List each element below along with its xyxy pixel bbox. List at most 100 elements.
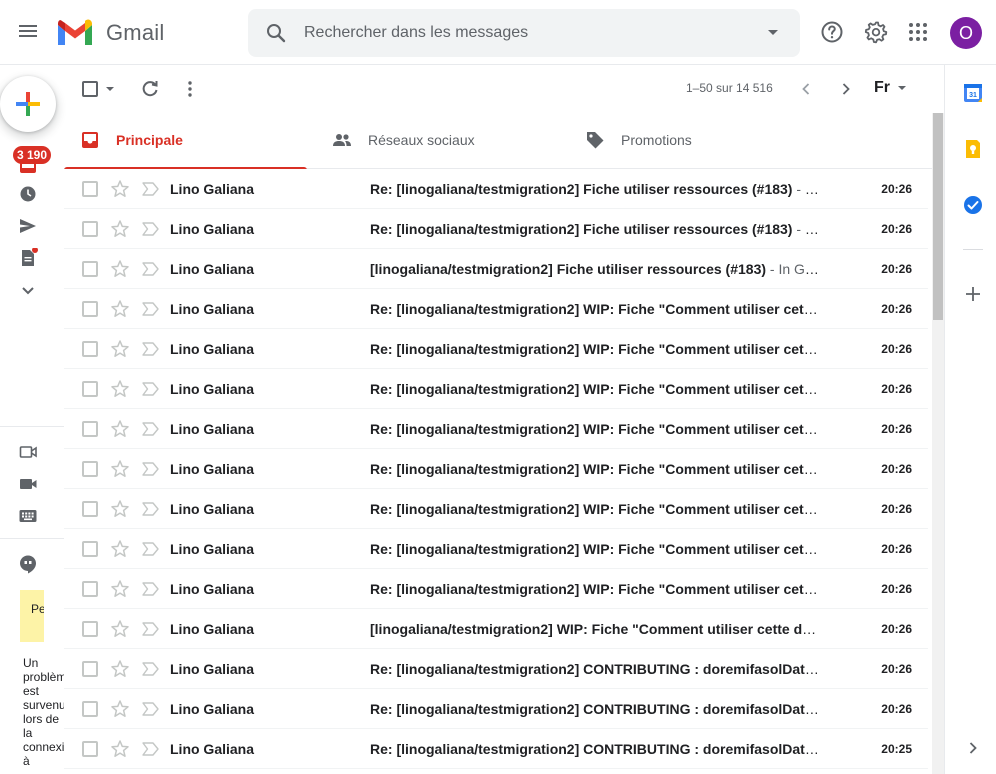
calendar-icon[interactable]: 31 <box>963 83 983 103</box>
star-icon[interactable] <box>110 739 130 759</box>
account-avatar[interactable]: O <box>950 17 982 49</box>
row-select-checkbox[interactable] <box>82 381 98 397</box>
more-options-vertical-icon[interactable] <box>180 79 200 99</box>
email-row[interactable]: Lino Galiana [linogaliana/testmigration2]… <box>64 249 928 289</box>
row-select-checkbox[interactable] <box>82 741 98 757</box>
email-row[interactable]: Lino Galiana Re: [linogaliana/testmigrati… <box>64 689 928 729</box>
star-icon[interactable] <box>110 299 130 319</box>
importance-marker-icon[interactable] <box>140 740 160 758</box>
star-icon[interactable] <box>110 379 130 399</box>
search-bar[interactable] <box>248 9 800 57</box>
row-select-checkbox[interactable] <box>82 621 98 637</box>
older-chevron-right-icon[interactable] <box>836 79 856 99</box>
importance-marker-icon[interactable] <box>140 380 160 398</box>
star-icon[interactable] <box>110 459 130 479</box>
row-select-checkbox[interactable] <box>82 541 98 557</box>
importance-marker-icon[interactable] <box>140 580 160 598</box>
show-side-panel-chevron-right-icon[interactable] <box>963 738 983 758</box>
row-select-checkbox[interactable] <box>82 581 98 597</box>
search-input[interactable] <box>304 9 744 57</box>
importance-marker-icon[interactable] <box>140 300 160 318</box>
star-icon[interactable] <box>110 219 130 239</box>
email-sender: Lino Galiana <box>170 221 255 237</box>
snoozed-clock-icon[interactable] <box>18 184 38 204</box>
drafts-icon[interactable] <box>18 248 38 268</box>
keep-icon[interactable] <box>963 139 983 159</box>
email-row[interactable]: Lino Galiana Re: [linogaliana/testmigrati… <box>64 569 928 609</box>
email-row[interactable]: Lino Galiana Re: [linogaliana/testmigrati… <box>64 369 928 409</box>
refresh-icon[interactable] <box>140 79 160 99</box>
star-icon[interactable] <box>110 659 130 679</box>
star-icon[interactable] <box>110 619 130 639</box>
email-row[interactable]: Lino Galiana Re: [linogaliana/testmigrati… <box>64 649 928 689</box>
more-chevron-down-icon[interactable] <box>18 280 38 300</box>
row-select-checkbox[interactable] <box>82 341 98 357</box>
importance-marker-icon[interactable] <box>140 500 160 518</box>
star-icon[interactable] <box>110 499 130 519</box>
input-language-caret-icon[interactable] <box>898 86 906 90</box>
input-language-label[interactable]: Fr <box>874 79 890 97</box>
star-icon[interactable] <box>110 419 130 439</box>
row-select-checkbox[interactable] <box>82 261 98 277</box>
row-select-checkbox[interactable] <box>82 221 98 237</box>
add-addon-plus-icon[interactable] <box>963 284 983 304</box>
email-row[interactable]: Lino Galiana Re: [linogaliana/testmigrati… <box>64 449 928 489</box>
email-content: Re: [linogaliana/testmigration2] WIP: Fi… <box>370 581 822 597</box>
star-icon[interactable] <box>110 699 130 719</box>
star-icon[interactable] <box>110 539 130 559</box>
search-options-dropdown-icon[interactable] <box>768 30 778 35</box>
email-row[interactable]: Lino Galiana Re: [linogaliana/testmigrati… <box>64 209 928 249</box>
gmail-logo[interactable]: Gmail <box>56 16 164 50</box>
importance-marker-icon[interactable] <box>140 260 160 278</box>
main-menu-button[interactable] <box>16 20 40 44</box>
hangouts-card-text: Petit problè <box>31 602 44 616</box>
star-icon[interactable] <box>110 259 130 279</box>
star-icon[interactable] <box>110 579 130 599</box>
email-row[interactable]: Lino Galiana Re: [linogaliana/testmigrati… <box>64 329 928 369</box>
tab-reseaux-sociaux[interactable]: Réseaux sociaux <box>316 113 568 169</box>
email-row[interactable]: Lino Galiana Re: [linogaliana/testmigrati… <box>64 289 928 329</box>
importance-marker-icon[interactable] <box>140 220 160 238</box>
importance-marker-icon[interactable] <box>140 620 160 638</box>
tasks-icon[interactable] <box>963 195 983 215</box>
apps-grid-icon[interactable] <box>906 20 930 44</box>
email-list: Lino Galiana Re: [linogaliana/testmigrati… <box>64 169 928 769</box>
importance-marker-icon[interactable] <box>140 660 160 678</box>
meet-new-meeting-icon[interactable] <box>18 442 38 462</box>
tab-principale[interactable]: Principale <box>64 113 316 170</box>
scrollbar-thumb[interactable] <box>933 113 943 320</box>
tab-promotions[interactable]: Promotions <box>569 113 821 169</box>
sent-icon[interactable] <box>18 216 38 236</box>
email-row[interactable]: Lino Galiana [linogaliana/testmigration2]… <box>64 609 928 649</box>
compose-button[interactable] <box>0 76 56 132</box>
settings-gear-icon[interactable] <box>864 20 888 44</box>
row-select-checkbox[interactable] <box>82 461 98 477</box>
importance-marker-icon[interactable] <box>140 340 160 358</box>
row-select-checkbox[interactable] <box>82 701 98 717</box>
importance-marker-icon[interactable] <box>140 180 160 198</box>
importance-marker-icon[interactable] <box>140 460 160 478</box>
select-all-checkbox[interactable] <box>82 81 98 97</box>
row-select-checkbox[interactable] <box>82 301 98 317</box>
row-select-checkbox[interactable] <box>82 181 98 197</box>
row-select-checkbox[interactable] <box>82 661 98 677</box>
importance-marker-icon[interactable] <box>140 420 160 438</box>
row-select-checkbox[interactable] <box>82 501 98 517</box>
importance-marker-icon[interactable] <box>140 700 160 718</box>
select-options-caret-icon[interactable] <box>106 87 114 91</box>
help-icon[interactable] <box>820 20 844 44</box>
meet-video-icon[interactable] <box>18 474 38 494</box>
hangouts-icon[interactable] <box>18 554 38 574</box>
star-icon[interactable] <box>110 179 130 199</box>
email-row[interactable]: Lino Galiana Re: [linogaliana/testmigrati… <box>64 729 928 769</box>
keyboard-icon[interactable] <box>18 506 38 526</box>
star-icon[interactable] <box>110 339 130 359</box>
email-row[interactable]: Lino Galiana Re: [linogaliana/testmigrati… <box>64 529 928 569</box>
email-row[interactable]: Lino Galiana Re: [linogaliana/testmigrati… <box>64 169 928 209</box>
importance-marker-icon[interactable] <box>140 540 160 558</box>
email-row[interactable]: Lino Galiana Re: [linogaliana/testmigrati… <box>64 489 928 529</box>
email-row[interactable]: Lino Galiana Re: [linogaliana/testmigrati… <box>64 409 928 449</box>
row-select-checkbox[interactable] <box>82 421 98 437</box>
search-icon[interactable] <box>264 21 288 45</box>
newer-chevron-left-icon[interactable] <box>796 79 816 99</box>
